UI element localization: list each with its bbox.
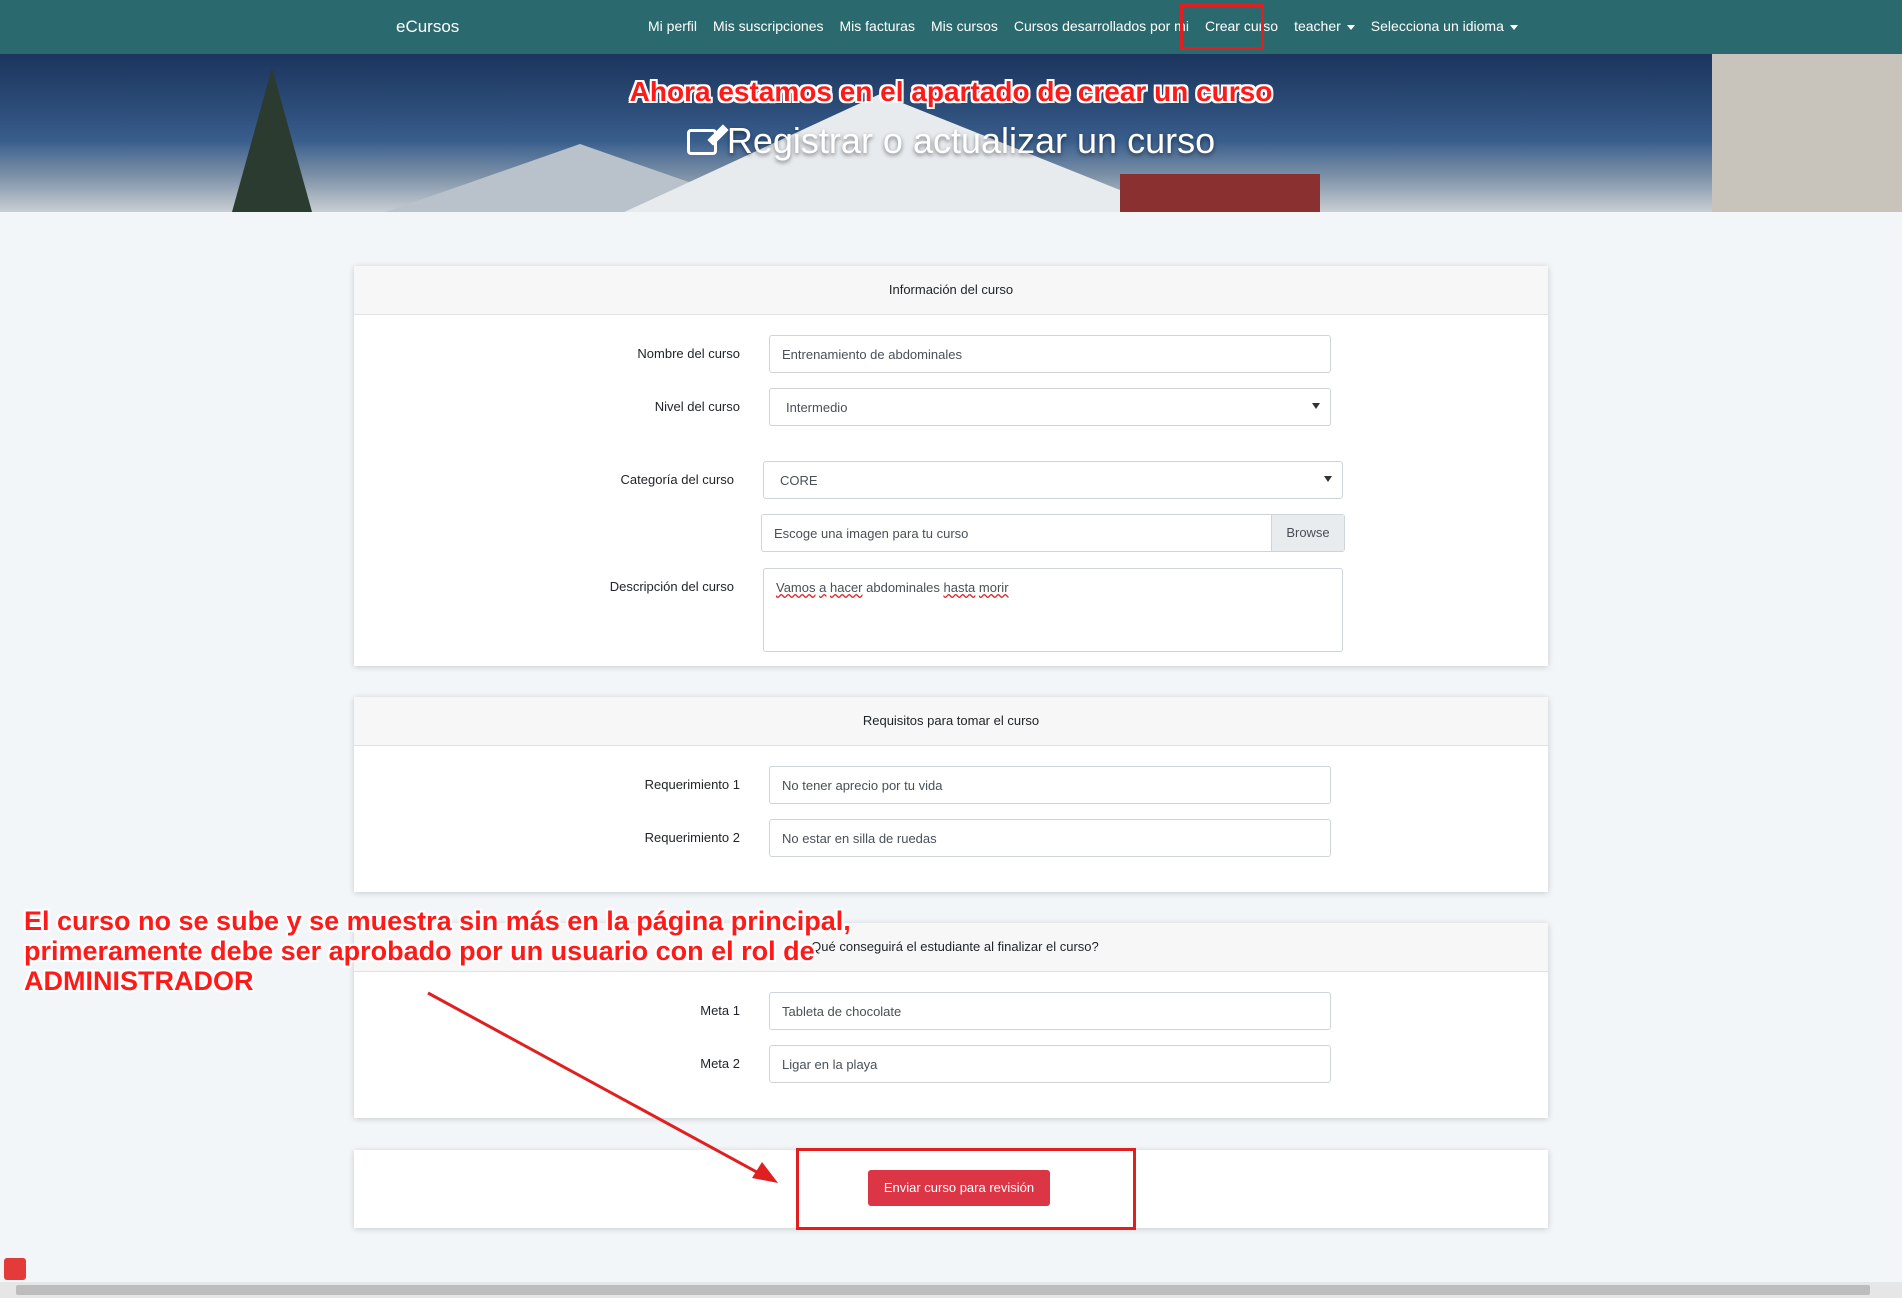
- requirement-row: Requerimiento 2 No estar en silla de rue…: [354, 819, 1548, 857]
- requirement-value: No tener aprecio por tu vida: [782, 778, 943, 793]
- brand-logo[interactable]: eCursos: [396, 17, 459, 37]
- course-level-label: Nivel del curso: [654, 399, 740, 414]
- description-word: morir: [978, 580, 1009, 595]
- course-category-value: CORE: [780, 473, 818, 488]
- app-badge-icon: [4, 1258, 26, 1280]
- approval-annotation: El curso no se sube y se muestra sin más…: [24, 906, 924, 996]
- chevron-down-icon: [1346, 24, 1355, 30]
- goal-label: Meta 2: [700, 1056, 740, 1071]
- horizontal-scrollbar[interactable]: [0, 1282, 1902, 1298]
- course-level-select[interactable]: Intermedio: [769, 388, 1331, 426]
- annotation-line: El curso no se sube y se muestra sin más…: [24, 906, 851, 936]
- crear-curso-highlight-box: [1180, 4, 1264, 50]
- page-title: Registrar o actualizar un curso: [0, 120, 1902, 162]
- requirement-input[interactable]: No estar en silla de ruedas: [769, 819, 1331, 857]
- requirement-label: Requerimiento 1: [644, 777, 740, 792]
- edit-icon: [686, 129, 717, 155]
- course-description-row: Descripción del curso Vamos a hacer abdo…: [354, 568, 1548, 652]
- nav-mis-facturas[interactable]: Mis facturas: [832, 18, 923, 34]
- goal-value: Ligar en la playa: [782, 1057, 878, 1072]
- course-level-row: Nivel del curso Intermedio: [354, 388, 1548, 426]
- course-category-row: Categoría del curso CORE: [354, 461, 1548, 499]
- course-category-label: Categoría del curso: [620, 472, 734, 487]
- nav-mis-suscripciones[interactable]: Mis suscripciones: [705, 18, 831, 34]
- submit-highlight-box: [796, 1148, 1136, 1230]
- course-level-value: Intermedio: [786, 400, 848, 415]
- course-name-label: Nombre del curso: [637, 346, 740, 361]
- course-image-row: Escoge una imagen para tu curso Browse: [354, 514, 1548, 552]
- description-word: hasta: [943, 580, 976, 595]
- page-title-text: Registrar o actualizar un curso: [726, 120, 1216, 161]
- requirement-value: No estar en silla de ruedas: [782, 831, 937, 846]
- description-word: a: [819, 580, 827, 595]
- hero-bg-roof: [1120, 174, 1320, 212]
- scrollbar-thumb[interactable]: [16, 1285, 1870, 1295]
- goal-row: Meta 2 Ligar en la playa: [354, 1045, 1548, 1083]
- chevron-down-icon: [1509, 24, 1518, 30]
- chevron-down-icon: [1324, 476, 1332, 482]
- requirement-input[interactable]: No tener aprecio por tu vida: [769, 766, 1331, 804]
- annotation-line: ADMINISTRADOR: [24, 966, 254, 996]
- nav-cursos-desarrollados[interactable]: Cursos desarrollados por mi: [1006, 18, 1197, 34]
- requirements-card: Requisitos para tomar el curso Requerimi…: [354, 697, 1548, 892]
- hero-annotation: Ahora estamos en el apartado de crear un…: [629, 76, 1273, 107]
- description-word: hacer: [829, 580, 863, 595]
- course-name-input[interactable]: Entrenamiento de abdominales: [769, 335, 1331, 373]
- course-image-placeholder: Escoge una imagen para tu curso: [774, 526, 969, 541]
- nav-language-dropdown[interactable]: Selecciona un idioma: [1363, 18, 1526, 34]
- nav-user-dropdown[interactable]: teacher: [1286, 18, 1363, 34]
- browse-button[interactable]: Browse: [1271, 515, 1344, 551]
- description-word: abdominales: [866, 580, 940, 595]
- annotation-line: primeramente debe ser aprobado por un us…: [24, 936, 815, 966]
- goal-input[interactable]: Tableta de chocolate: [769, 992, 1331, 1030]
- nav-menu: Mi perfil Mis suscripciones Mis facturas…: [640, 18, 1526, 34]
- navbar: eCursos Mi perfil Mis suscripciones Mis …: [0, 0, 1902, 54]
- course-info-header: Información del curso: [354, 266, 1548, 315]
- nav-user-label: teacher: [1294, 18, 1341, 34]
- course-description-label: Descripción del curso: [609, 579, 734, 594]
- nav-mi-perfil[interactable]: Mi perfil: [640, 18, 705, 34]
- requirements-header: Requisitos para tomar el curso: [354, 697, 1548, 746]
- course-name-row: Nombre del curso Entrenamiento de abdomi…: [354, 335, 1548, 373]
- course-description-textarea[interactable]: Vamos a hacer abdominales hasta morir: [763, 568, 1343, 652]
- requirement-row: Requerimiento 1 No tener aprecio por tu …: [354, 766, 1548, 804]
- nav-language-label: Selecciona un idioma: [1370, 18, 1504, 34]
- course-image-file-input[interactable]: Escoge una imagen para tu curso Browse: [761, 514, 1345, 552]
- chevron-down-icon: [1312, 403, 1320, 409]
- nav-mis-cursos[interactable]: Mis cursos: [923, 18, 1006, 34]
- course-category-select[interactable]: CORE: [763, 461, 1343, 499]
- course-info-card: Información del curso Nombre del curso E…: [354, 266, 1548, 666]
- course-name-value: Entrenamiento de abdominales: [782, 347, 962, 362]
- goal-value: Tableta de chocolate: [782, 1004, 902, 1019]
- goal-label: Meta 1: [700, 1003, 740, 1018]
- requirement-label: Requerimiento 2: [644, 830, 740, 845]
- goal-row: Meta 1 Tableta de chocolate: [354, 992, 1548, 1030]
- goal-input[interactable]: Ligar en la playa: [769, 1045, 1331, 1083]
- description-word: Vamos: [776, 580, 816, 595]
- hero-banner: Ahora estamos en el apartado de crear un…: [0, 54, 1902, 212]
